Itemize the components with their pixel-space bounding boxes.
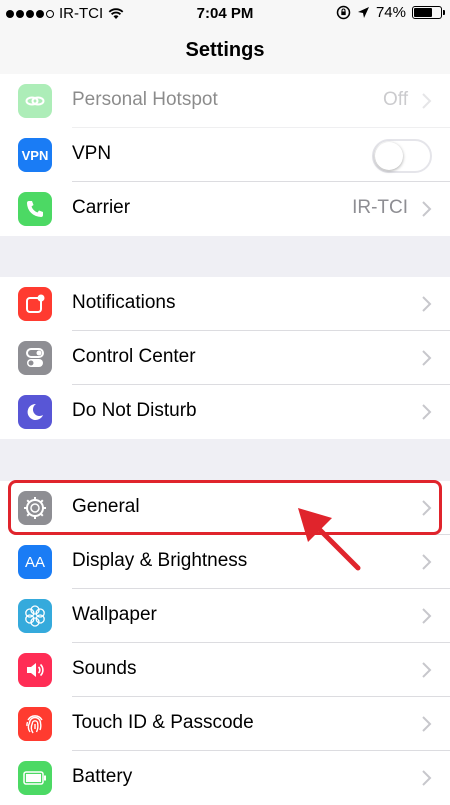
notifications-icon (18, 287, 52, 321)
row-label: Control Center (72, 346, 196, 367)
general-highlight-box (8, 480, 442, 535)
chevron-right-icon (422, 716, 432, 732)
chevron-right-icon (422, 662, 432, 678)
moon-icon (18, 395, 52, 429)
row-value: IR-TCI (352, 197, 408, 218)
chevron-right-icon (422, 296, 432, 312)
chevron-right-icon (422, 554, 432, 570)
row-label: VPN (72, 143, 112, 164)
chevron-right-icon (422, 608, 432, 624)
wallpaper-row[interactable]: Wallpaper (0, 589, 450, 643)
chevron-right-icon (422, 350, 432, 366)
battery-icon (18, 761, 52, 795)
settings-group-connectivity: Personal Hotspot Off VPN VPN Carrier IR-… (0, 74, 450, 236)
notifications-row[interactable]: Notifications (0, 277, 450, 331)
orientation-lock-icon (336, 5, 351, 20)
row-label: Carrier (72, 197, 131, 218)
battery-status-icon (412, 6, 445, 19)
carrier-row[interactable]: Carrier IR-TCI (0, 182, 450, 236)
vpn-icon: VPN (18, 138, 52, 172)
touch-id-passcode-row[interactable]: Touch ID & Passcode (0, 697, 450, 751)
row-label: Notifications (72, 292, 176, 313)
settings-group-notifications: Notifications Control Center Do Not Dist… (0, 277, 450, 439)
hotspot-icon (18, 84, 52, 118)
speaker-icon (18, 653, 52, 687)
row-label: Wallpaper (72, 604, 157, 625)
row-label: Do Not Disturb (72, 400, 197, 421)
navigation-bar: Settings (0, 28, 450, 78)
row-label: Touch ID & Passcode (72, 712, 254, 733)
chevron-right-icon (422, 770, 432, 786)
vpn-toggle[interactable] (372, 139, 432, 173)
control-center-row[interactable]: Control Center (0, 331, 450, 385)
phone-icon (18, 192, 52, 226)
row-value: Off (383, 89, 408, 110)
row-label: Sounds (72, 658, 137, 679)
status-bar: IR-TCI 7:04 PM 74% (0, 0, 450, 28)
wallpaper-icon (18, 599, 52, 633)
battery-row[interactable]: Battery (0, 751, 450, 805)
row-label: Display & Brightness (72, 550, 248, 571)
display-brightness-row[interactable]: AA Display & Brightness (0, 535, 450, 589)
personal-hotspot-row[interactable]: Personal Hotspot Off (0, 74, 450, 128)
chevron-right-icon (422, 201, 432, 217)
row-label: Battery (72, 766, 133, 787)
vpn-row: VPN VPN (0, 128, 450, 182)
annotation-arrow (298, 508, 361, 571)
status-right: 74% (336, 4, 445, 21)
row-label: Personal Hotspot (72, 89, 218, 110)
do-not-disturb-row[interactable]: Do Not Disturb (0, 385, 450, 439)
location-icon (357, 7, 369, 18)
chevron-right-icon (422, 404, 432, 420)
chevron-right-icon (422, 93, 432, 109)
battery-percent: 74% (375, 4, 406, 21)
fingerprint-icon (18, 707, 52, 741)
control-center-icon (18, 341, 52, 375)
sounds-row[interactable]: Sounds (0, 643, 450, 697)
page-title: Settings (185, 39, 265, 61)
display-brightness-icon: AA (18, 545, 52, 579)
